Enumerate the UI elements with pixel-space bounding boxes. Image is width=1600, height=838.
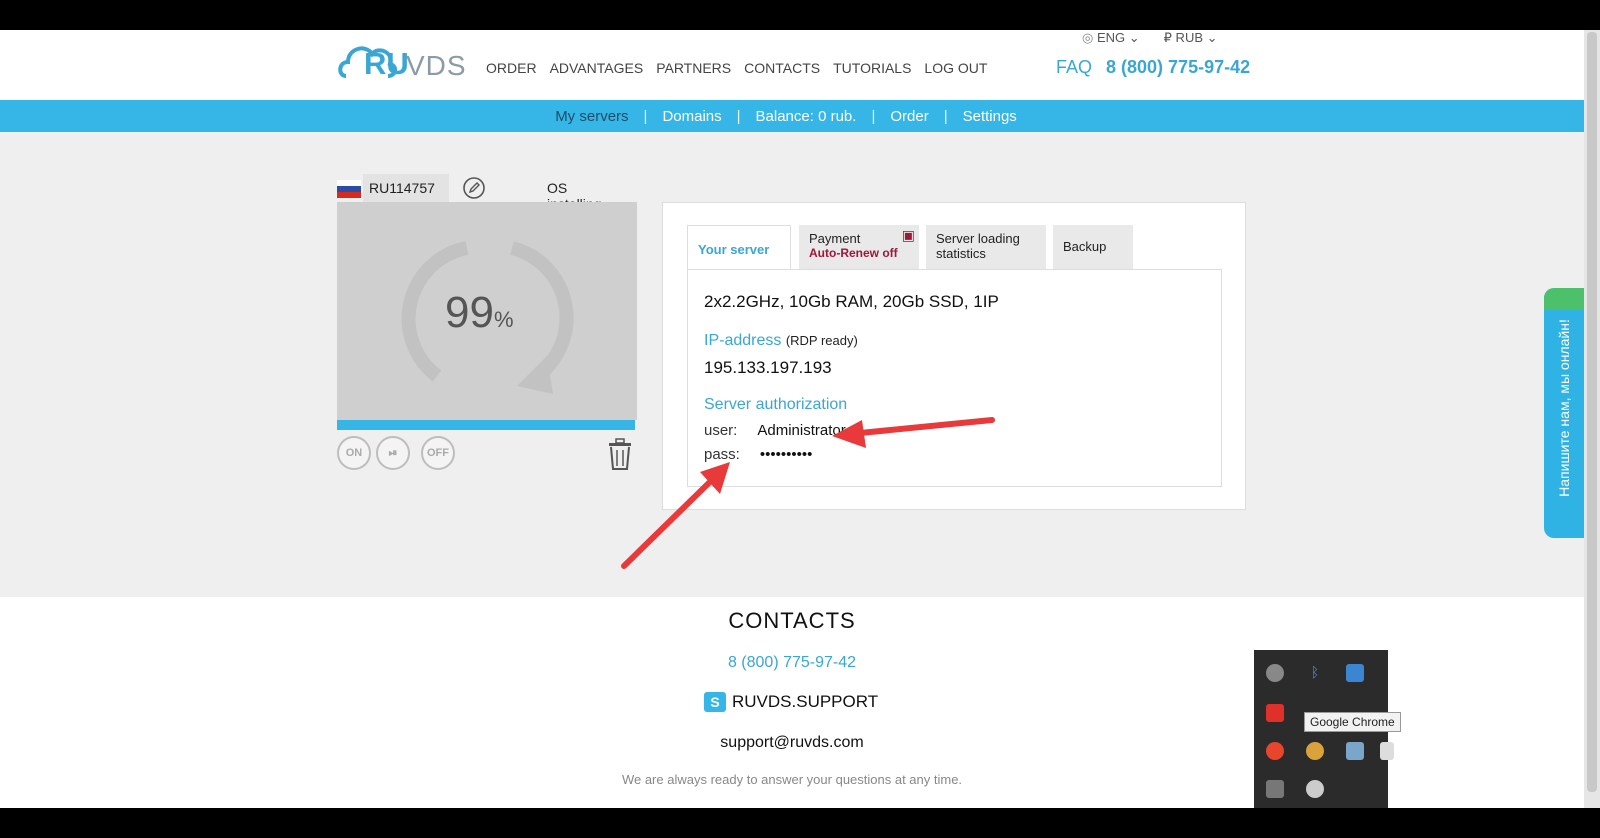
progress-percent: 99% xyxy=(445,288,514,338)
shield-icon[interactable] xyxy=(1380,742,1394,760)
logo-ru-text: RU xyxy=(364,46,409,81)
site-header: RU VDS ORDER ADVANTAGES PARTNERS CONTACT… xyxy=(0,30,1584,100)
online-chat-tab[interactable]: Напишите нам, мы онлайн! xyxy=(1544,288,1584,538)
nav-advantages[interactable]: ADVANTAGES xyxy=(550,60,644,76)
update-icon[interactable] xyxy=(1266,742,1284,760)
ruvds-logo[interactable]: RU VDS xyxy=(336,32,466,88)
nav-tutorials[interactable]: TUTORIALS xyxy=(833,60,911,76)
tab-server-statistics[interactable]: Server loading statistics xyxy=(926,225,1046,269)
flag-stripe xyxy=(337,192,361,198)
language-select[interactable]: ◎ ENG ⌄ xyxy=(1082,30,1140,46)
user-label: user: xyxy=(704,422,738,439)
subnav-my-servers[interactable]: My servers xyxy=(540,108,643,125)
onedrive-icon[interactable] xyxy=(1266,664,1284,682)
header-contact: FAQ 8 (800) 775-97-42 xyxy=(1056,57,1250,78)
contacts-skype[interactable]: S RUVDS.SUPPORT xyxy=(704,692,878,712)
tab-payment[interactable]: Payment Auto-Renew off ▣ xyxy=(799,225,919,269)
header-phone[interactable]: 8 (800) 775-97-42 xyxy=(1106,57,1250,78)
progress-value: 99 xyxy=(445,288,494,337)
subnav-separator: | xyxy=(943,107,948,125)
app-s-icon[interactable] xyxy=(1266,704,1284,722)
bluetooth-icon[interactable]: ᛒ xyxy=(1306,664,1324,682)
subnav-settings[interactable]: Settings xyxy=(948,108,1032,125)
globe-icon: ◎ xyxy=(1082,30,1094,45)
ip-section: IP-address (RDP ready) xyxy=(704,332,858,350)
nav-order[interactable]: ORDER xyxy=(486,60,537,76)
server-install-progress: 99% xyxy=(337,202,637,420)
subnav-separator: | xyxy=(736,107,741,125)
scrollbar-thumb[interactable] xyxy=(1587,32,1597,792)
edit-icon[interactable] xyxy=(462,176,486,200)
currency-label: ₽ RUB xyxy=(1163,30,1204,45)
subnav-order[interactable]: Order xyxy=(875,108,943,125)
chat-label: Напишите нам, мы онлайн! xyxy=(1556,319,1572,497)
pass-label: pass: xyxy=(704,446,740,463)
contacts-title: CONTACTS xyxy=(728,608,856,633)
chat-bubble-icon: ▣ xyxy=(901,227,915,243)
nav-partners[interactable]: PARTNERS xyxy=(656,60,731,76)
percent-sign: % xyxy=(493,307,514,332)
account-nav-bar: My servers | Domains | Balance: 0 rub. |… xyxy=(0,100,1584,132)
tab-payment-label: Payment xyxy=(809,231,861,246)
auto-renew-warning: Auto-Renew off xyxy=(809,246,898,260)
server-id: RU114757 xyxy=(363,174,449,202)
subnav-domains[interactable]: Domains xyxy=(647,108,736,125)
server-card-header: RU114757 OS installing... xyxy=(337,174,637,212)
chevron-down-icon: ⌄ xyxy=(1206,30,1218,45)
locale-switchers: ◎ ENG ⌄ ₽ RUB ⌄ xyxy=(1082,30,1218,46)
progress-bar xyxy=(337,420,635,430)
user-value[interactable]: Administrator xyxy=(757,422,845,439)
tab-your-server[interactable]: Your server xyxy=(687,225,791,269)
server-spec: 2x2.2GHz, 10Gb RAM, 20Gb SSD, 1IP xyxy=(704,292,999,311)
power-on-button[interactable]: ON xyxy=(337,436,371,470)
monitor-icon[interactable] xyxy=(1266,780,1284,798)
display-icon[interactable] xyxy=(1346,742,1364,760)
subnav-balance[interactable]: Balance: 0 rub. xyxy=(741,108,872,125)
skype-icon: S xyxy=(704,692,726,712)
ip-label: IP-address xyxy=(704,332,782,349)
reboot-icon: ⏯ xyxy=(388,447,398,459)
chrome-icon[interactable] xyxy=(1306,742,1324,760)
pass-value[interactable]: •••••••••• xyxy=(760,446,813,463)
ccleaner-icon[interactable] xyxy=(1306,780,1324,798)
subnav-separator: | xyxy=(643,107,648,125)
main-nav: ORDER ADVANTAGES PARTNERS CONTACTS TUTOR… xyxy=(486,60,987,76)
server-details-panel: Your server Payment Auto-Renew off ▣ Ser… xyxy=(662,202,1246,510)
nav-logout[interactable]: LOG OUT xyxy=(924,60,987,76)
server-info: 2x2.2GHz, 10Gb RAM, 20Gb SSD, 1IP IP-add… xyxy=(687,269,1222,487)
pass-row: pass: •••••••••• xyxy=(704,446,812,463)
currency-select[interactable]: ₽ RUB ⌄ xyxy=(1164,30,1218,46)
logo-vds-text: VDS xyxy=(406,50,467,81)
power-off-button[interactable]: OFF xyxy=(421,436,455,470)
trash-icon[interactable] xyxy=(606,438,634,470)
ip-note: (RDP ready) xyxy=(785,333,858,348)
ip-address[interactable]: 195.133.197.193 xyxy=(704,358,832,378)
page-scrollbar[interactable] xyxy=(1584,30,1600,808)
network-icon[interactable] xyxy=(1346,664,1364,682)
tab-backup[interactable]: Backup xyxy=(1053,225,1133,269)
chevron-down-icon: ⌄ xyxy=(1128,30,1140,45)
auth-label: Server authorization xyxy=(704,396,848,413)
tray-tooltip: Google Chrome xyxy=(1304,712,1401,732)
faq-link[interactable]: FAQ xyxy=(1056,57,1092,78)
user-row: user: Administrator xyxy=(704,422,846,439)
nav-contacts[interactable]: CONTACTS xyxy=(744,60,820,76)
language-label: ENG xyxy=(1096,30,1126,45)
skype-name: RUVDS.SUPPORT xyxy=(732,692,879,711)
reboot-button[interactable]: ⏯ xyxy=(376,436,410,470)
russia-flag-icon xyxy=(337,180,361,198)
subnav-separator: | xyxy=(871,107,876,125)
